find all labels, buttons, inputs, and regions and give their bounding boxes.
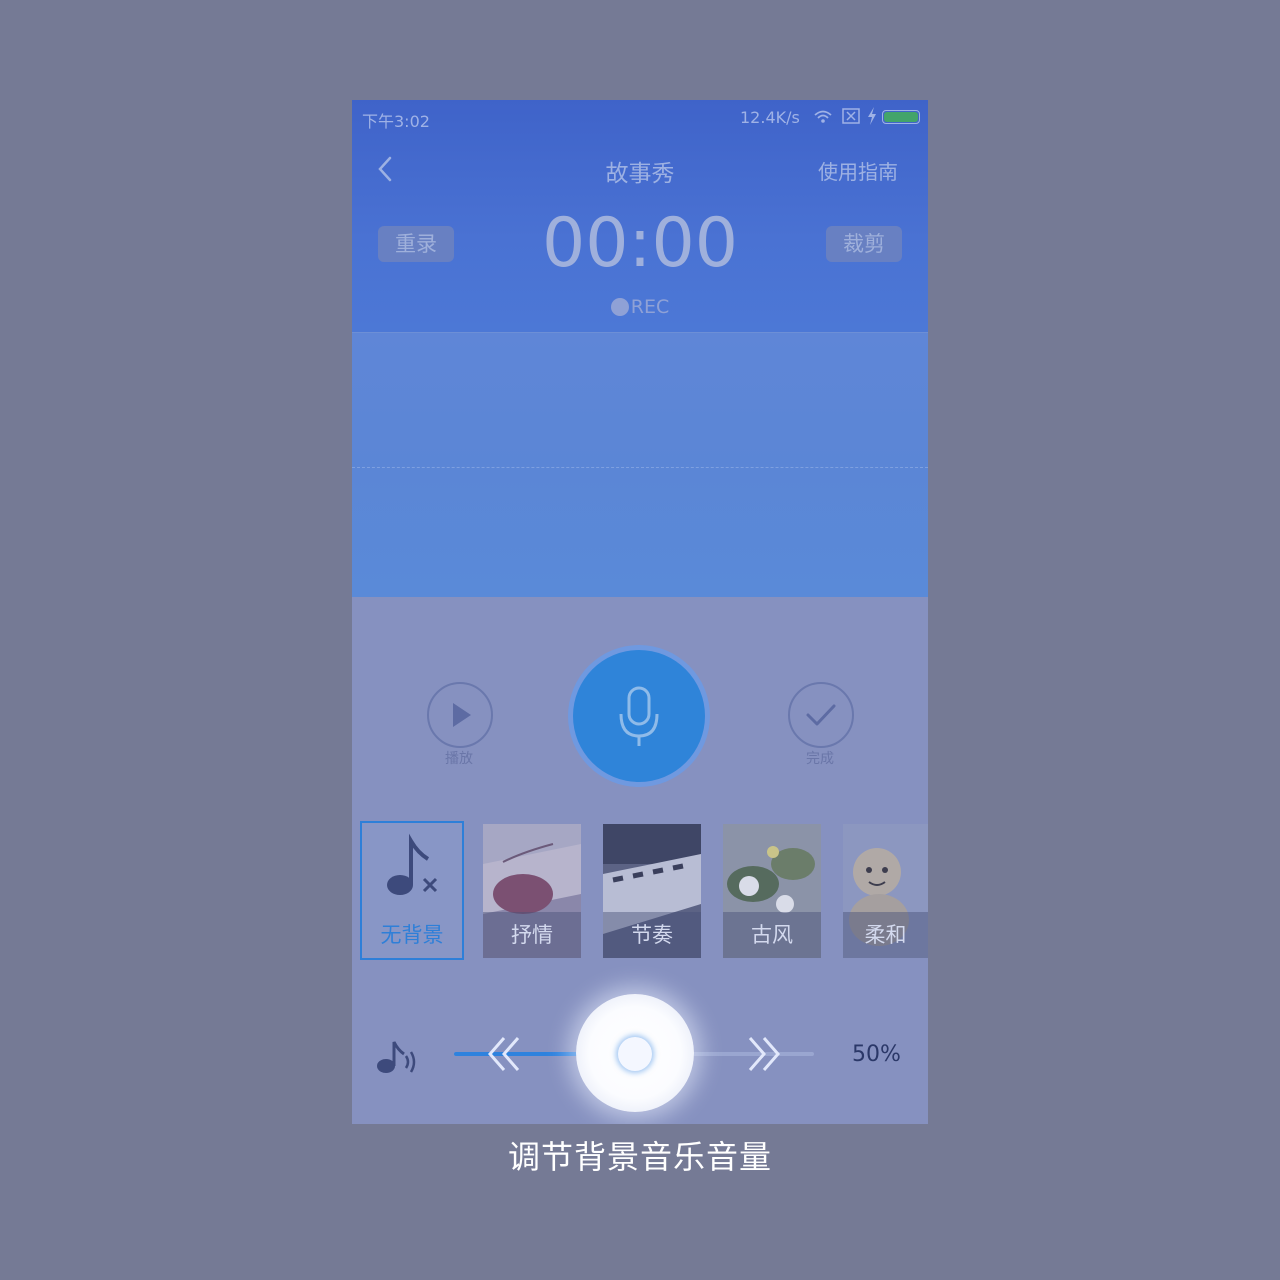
music-item-label: 柔和 <box>843 912 928 958</box>
music-item-none[interactable]: 无背景 <box>360 821 464 960</box>
done-button[interactable] <box>788 682 854 748</box>
wifi-icon <box>814 110 832 123</box>
trim-button[interactable]: 裁剪 <box>826 226 902 262</box>
play-label: 播放 <box>445 751 473 767</box>
music-item-label: 节奏 <box>603 912 701 958</box>
header: 下午3:02 12.4K/s 故事秀 使用指南 重录 00:00 裁剪 REC <box>352 100 928 332</box>
status-time: 下午3:02 <box>362 112 430 131</box>
done-label: 完成 <box>806 751 834 767</box>
baseline-divider <box>352 467 928 468</box>
play-icon <box>453 703 471 727</box>
charging-icon <box>868 107 876 125</box>
music-item-lyrical[interactable]: 抒情 <box>483 824 581 958</box>
battery-icon <box>882 110 920 124</box>
volume-slider-thumb[interactable] <box>618 1037 652 1071</box>
music-item-classical[interactable]: 古风 <box>723 824 821 958</box>
checkmark-icon <box>806 704 836 726</box>
music-item-label: 古风 <box>723 912 821 958</box>
music-item-rhythm[interactable]: 节奏 <box>603 824 701 958</box>
phone-screen: 下午3:02 12.4K/s 故事秀 使用指南 重录 00:00 裁剪 REC … <box>352 100 928 1124</box>
rec-dot <box>610 298 629 316</box>
chevrons-right-icon <box>748 1037 780 1071</box>
caption: 调节背景音乐音量 <box>507 1138 772 1176</box>
rec-indicator: REC <box>352 296 928 318</box>
sim-icon <box>842 108 860 124</box>
record-button[interactable] <box>568 645 710 787</box>
guide-link[interactable]: 使用指南 <box>818 156 898 185</box>
microphone-icon <box>619 686 659 746</box>
rec-label: REC <box>630 296 670 318</box>
music-off-icon <box>387 833 438 895</box>
music-item-gentle[interactable]: 柔和 <box>843 824 928 958</box>
music-item-label: 无背景 <box>380 923 444 947</box>
waveform-area <box>352 332 928 597</box>
chevrons-left-icon <box>488 1037 520 1071</box>
network-speed: 12.4K/s <box>740 108 800 127</box>
volume-percent: 50% <box>852 1042 901 1067</box>
play-button[interactable] <box>427 682 493 748</box>
status-bar: 下午3:02 12.4K/s <box>352 100 928 134</box>
music-item-label: 抒情 <box>483 912 581 958</box>
volume-icon <box>377 1041 416 1073</box>
